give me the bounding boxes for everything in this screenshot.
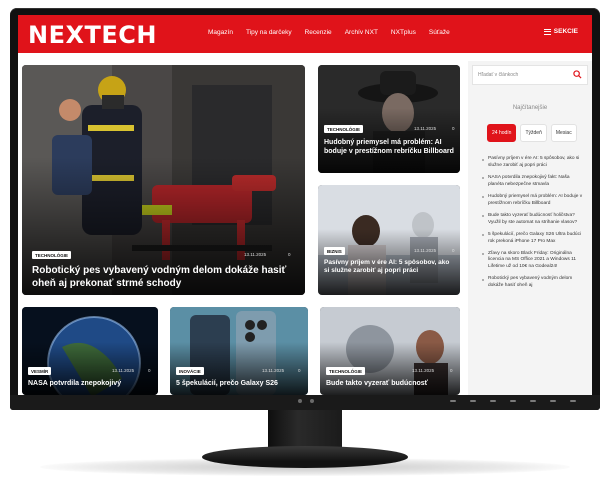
main-nav: Magazín Tipy na darčeky Recenzie Archív …: [208, 29, 463, 36]
list-item[interactable]: Pasívny príjem v ére AI: 5 spôsobov, ako…: [482, 156, 586, 170]
popular-tabs: 24 hodín Týždeň Mesiac: [487, 124, 577, 142]
article-date: 13.11.2025: [412, 368, 435, 373]
site-logo[interactable]: NEXTECH: [28, 21, 157, 49]
comment-count: 0: [288, 252, 291, 257]
article-tag[interactable]: INOVÁCIE: [176, 367, 204, 375]
article-card[interactable]: BIZNIS 13.11.2025 0 Pasívny príjem v ére…: [318, 185, 460, 295]
list-item[interactable]: Zľavy na skoro Black Friday: Originálna …: [482, 251, 586, 272]
list-item[interactable]: 5 špekulácií, prečo Galaxy S26 Ultra bud…: [482, 232, 586, 246]
comment-count: 0: [298, 368, 301, 373]
sensor-dot: [310, 399, 314, 403]
popular-list: Pasívny príjem v ére AI: 5 spôsobov, ako…: [482, 156, 586, 295]
popular-heading: Najčítanejšie: [512, 105, 548, 111]
nav-item-tipy[interactable]: Tipy na darčeky: [246, 29, 292, 36]
tab-mesiac[interactable]: Mesiac: [550, 124, 577, 142]
monitor-screen: NEXTECH Magazín Tipy na darčeky Recenzie…: [18, 15, 592, 395]
article-title[interactable]: Bude takto vyzerať budúcnosť: [326, 379, 456, 388]
comment-count: 0: [452, 248, 455, 253]
comment-count: 0: [452, 126, 455, 131]
article-date: 13.11.2025: [414, 126, 437, 131]
hamburger-icon: [543, 28, 551, 35]
site-header: NEXTECH Magazín Tipy na darčeky Recenzie…: [18, 15, 592, 53]
comment-count: 0: [148, 368, 151, 373]
nav-item-nxtplus[interactable]: NXTplus: [391, 29, 416, 36]
tab-tyzden[interactable]: Týždeň: [520, 124, 547, 142]
search-icon[interactable]: [573, 70, 582, 79]
featured-article[interactable]: TECHNOLÓGIE 13.11.2025 0 Robotický pes v…: [22, 65, 305, 295]
list-item[interactable]: Bude takto vyzerať budúcnosť holičstva? …: [482, 213, 586, 227]
sections-label: SEKCIE: [553, 28, 578, 35]
article-title[interactable]: Pasívny príjem v ére AI: 5 spôsobov, ako…: [324, 259, 456, 276]
article-date: 13.11.2025: [112, 368, 135, 373]
list-item[interactable]: Robotický pes vybavený vodným delom doká…: [482, 276, 586, 290]
article-tag[interactable]: TECHNOLÓGIE: [32, 251, 72, 259]
nav-item-archiv[interactable]: Archív NXT: [345, 29, 378, 36]
article-date: 13.11.2025: [244, 252, 267, 257]
monitor-stand-base: [202, 446, 408, 468]
monitor-button[interactable]: [450, 400, 456, 402]
article-title[interactable]: 5 špekulácií, prečo Galaxy S26: [176, 379, 304, 388]
article-card[interactable]: INOVÁCIE 13.11.2025 0 5 špekulácií, preč…: [170, 307, 308, 395]
article-card[interactable]: TECHNOLÓGIE 13.11.2025 0 Bude takto vyze…: [320, 307, 460, 395]
article-title[interactable]: Hudobný priemysel má problém: AI boduje …: [324, 138, 456, 156]
article-tag[interactable]: TECHNOLÓGIE: [324, 125, 364, 133]
sections-menu-button[interactable]: SEKCIE: [543, 28, 578, 35]
monitor-button[interactable]: [470, 400, 476, 402]
monitor-button[interactable]: [490, 400, 496, 402]
monitor-button[interactable]: [510, 400, 516, 402]
monitor-button[interactable]: [550, 400, 556, 402]
nav-item-recenzie[interactable]: Recenzie: [305, 29, 332, 36]
monitor-button[interactable]: [570, 400, 576, 402]
search-input[interactable]: Hľadať v článkoch: [478, 72, 518, 78]
monitor-chin: [10, 395, 600, 410]
article-tag[interactable]: VESMÍR: [28, 367, 52, 375]
comment-count: 0: [450, 368, 453, 373]
article-card[interactable]: TECHNOLÓGIE 13.11.2025 0 Hudobný priemys…: [318, 65, 460, 173]
article-tag[interactable]: TECHNOLÓGIE: [326, 367, 366, 375]
article-title[interactable]: Robotický pes vybavený vodným delom doká…: [32, 264, 287, 290]
article-card[interactable]: VESMÍR 13.11.2025 0 NASA potvrdila znepo…: [22, 307, 158, 395]
search-box[interactable]: Hľadať v článkoch: [472, 65, 588, 85]
power-led: [298, 399, 302, 403]
monitor-button[interactable]: [530, 400, 536, 402]
tab-24-hodin[interactable]: 24 hodín: [487, 124, 517, 142]
article-title[interactable]: NASA potvrdila znepokojivý: [28, 379, 154, 388]
article-date: 13.11.2025: [262, 368, 285, 373]
sidebar: Hľadať v článkoch Najčítanejšie 24 hodín…: [468, 61, 592, 395]
nav-item-magazin[interactable]: Magazín: [208, 29, 233, 36]
monitor-stand-neck: [268, 410, 342, 448]
article-date: 13.11.2025: [414, 248, 437, 253]
list-item[interactable]: NASA potvrdila znepokojivý fakt: Naša pl…: [482, 175, 586, 189]
article-tag[interactable]: BIZNIS: [324, 247, 345, 255]
list-item[interactable]: Hudobný priemysel má problém: AI boduje …: [482, 194, 586, 208]
nav-item-sutaze[interactable]: Súťaže: [429, 29, 450, 36]
